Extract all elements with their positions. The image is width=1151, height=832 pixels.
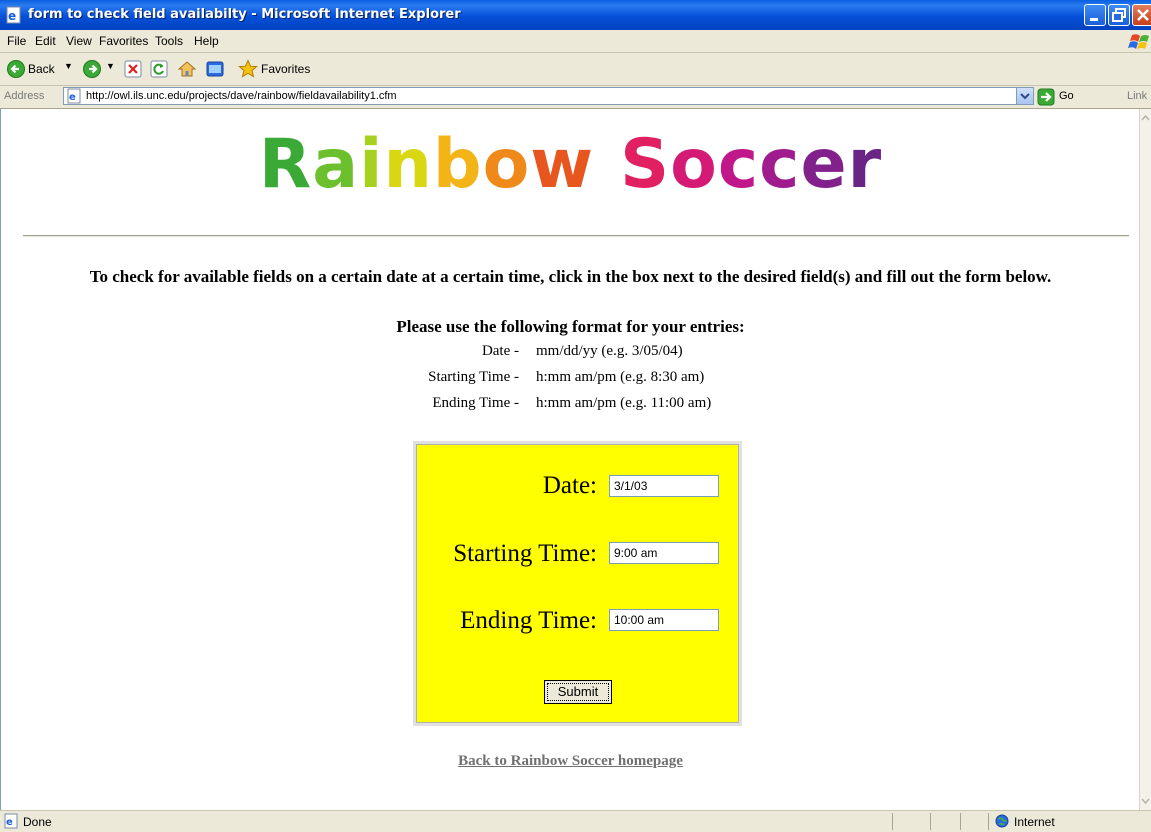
format-key: Ending Time - [432,395,519,411]
banner-letter: n [383,125,433,204]
availability-form: Date: Starting Time: Ending Time: Submit [413,441,742,726]
back-label: Back [28,62,55,76]
refresh-icon [150,60,168,78]
submit-button[interactable]: Submit [544,680,612,704]
page-done-icon: e [4,813,18,829]
banner-letter: R [258,125,313,204]
date-input[interactable] [609,475,719,497]
intro-text: To check for available fields on a certa… [89,267,1052,286]
banner-letter: w [530,125,595,204]
menu-view[interactable]: View [66,34,92,48]
links-label[interactable]: Link [1127,90,1147,102]
ie-page-icon: e [6,6,21,24]
vertical-scrollbar[interactable] [1139,109,1151,810]
standard-toolbar: Back ▼ ▼ Favorites [0,53,1151,86]
menu-file[interactable]: File [7,34,26,48]
banner-letter: c [717,125,760,204]
menu-bar: File Edit View Favorites Tools Help [0,30,1151,53]
svg-text:e: e [8,9,16,23]
menu-tools[interactable]: Tools [155,34,183,48]
window-title: form to check field availabilty - Micros… [28,7,461,22]
ending-time-input[interactable] [609,609,719,631]
address-dropdown-icon[interactable] [1016,88,1033,104]
format-key: Starting Time - [428,369,519,385]
stop-icon [124,60,142,78]
title-bar[interactable]: e form to check field availabilty - Micr… [0,0,1151,30]
date-label: Date: [542,472,597,499]
format-value: h:mm am/pm (e.g. 11:00 am) [536,395,712,411]
banner-letter: a [312,125,360,204]
banner-letter: b [432,125,483,204]
security-zone-label: Internet [1014,815,1055,829]
format-value: mm/dd/yy (e.g. 3/05/04) [536,343,683,359]
go-arrow-icon [1037,88,1055,106]
starting-time-input[interactable] [609,542,719,564]
format-row-start: Starting Time - h:mm am/pm (e.g. 8:30 am… [1,369,1139,389]
horizontal-rule [23,235,1129,237]
format-value: h:mm am/pm (e.g. 8:30 am) [536,369,705,385]
star-icon [238,59,258,78]
forward-arrow-icon [83,60,101,78]
menu-favorites[interactable]: Favorites [99,34,148,48]
refresh-button[interactable] [148,58,170,80]
windows-logo-icon [1124,32,1151,52]
banner-letter: i [359,125,384,204]
back-to-homepage-link[interactable]: Back to Rainbow Soccer homepage [1,753,1139,770]
rainbow-soccer-banner: Rainbow Soccer [1,125,1139,205]
back-button[interactable]: Back ▼ [4,58,74,80]
go-label: Go [1059,90,1074,102]
minimize-button[interactable] [1084,4,1106,26]
banner-letter: o [670,125,718,204]
banner-letter: S [620,125,671,204]
menu-edit[interactable]: Edit [35,34,56,48]
home-icon [177,61,197,77]
svg-text:e: e [69,92,76,103]
banner-letter: c [759,125,801,204]
stop-button[interactable] [122,58,144,80]
banner-letter: r [847,125,883,204]
address-label: Address [4,90,45,102]
go-button[interactable]: Go [1037,88,1097,106]
scroll-down-icon[interactable] [1140,794,1151,808]
status-bar: e Done Internet [0,810,1151,832]
internet-globe-icon [995,814,1009,828]
close-window-button[interactable] [1132,4,1151,26]
page-viewport: Rainbow Soccer To check for available fi… [0,109,1139,810]
home-button[interactable] [176,58,198,80]
back-arrow-icon [7,60,25,78]
starting-time-label: Starting Time: [453,540,597,567]
maximize-button[interactable] [1108,4,1130,26]
media-button[interactable] [204,58,226,80]
banner-letter [594,125,620,205]
format-key: Date - [481,343,519,359]
svg-text:e: e [6,817,13,828]
menu-help[interactable]: Help [194,34,219,48]
address-input[interactable]: e http://owl.ils.unc.edu/projects/dave/r… [63,87,1034,105]
back-dropdown-icon[interactable]: ▼ [64,61,73,71]
address-url: http://owl.ils.unc.edu/projects/dave/rai… [86,90,397,102]
page-icon: e [67,88,81,104]
address-bar: Address e http://owl.ils.unc.edu/project… [0,86,1151,109]
ending-time-label: Ending Time: [460,607,597,634]
format-row-date: Date - mm/dd/yy (e.g. 3/05/04) [1,343,1139,363]
forward-button[interactable]: ▼ [80,58,116,80]
format-title: Please use the following format for your… [396,317,745,336]
status-text: Done [23,815,52,829]
forward-dropdown-icon[interactable]: ▼ [106,61,115,71]
favorites-label: Favorites [261,62,311,76]
favorites-button[interactable]: Favorites [236,58,328,80]
banner-letter: e [800,125,848,204]
scroll-up-icon[interactable] [1140,111,1151,125]
format-row-end: Ending Time - h:mm am/pm (e.g. 11:00 am) [1,395,1139,415]
media-icon [206,61,224,77]
banner-letter: o [482,125,531,204]
